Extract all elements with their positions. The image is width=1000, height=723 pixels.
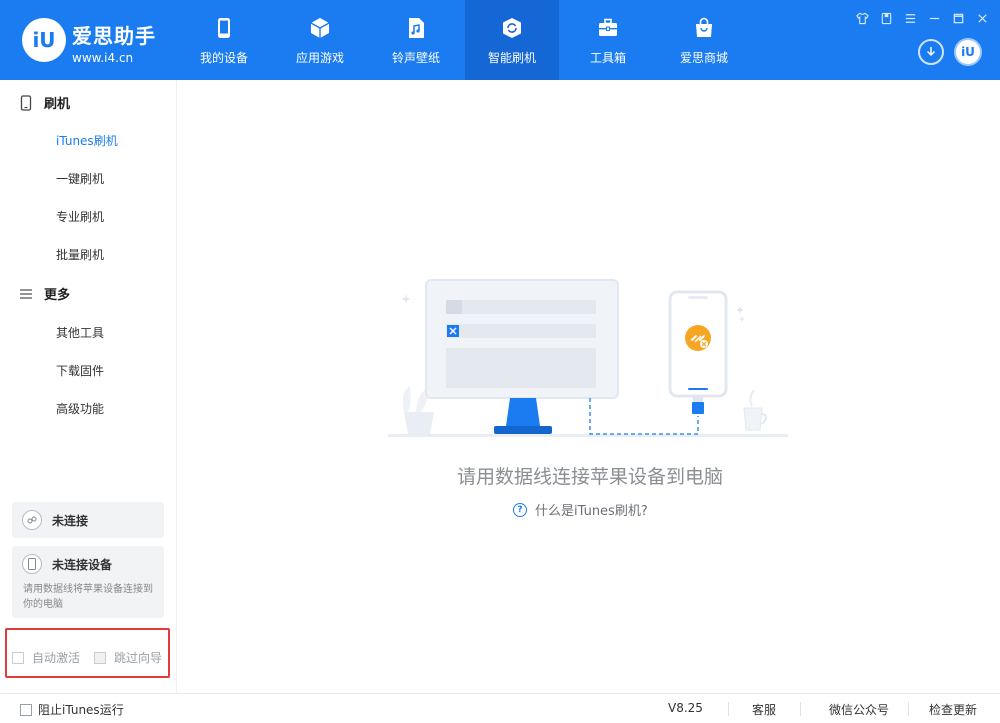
shopping-bag-icon: [691, 15, 717, 41]
menu-icon[interactable]: [898, 8, 922, 28]
device-status-label: 未连接设备: [52, 557, 113, 572]
nav-label: 应用游戏: [295, 50, 344, 65]
music-file-icon: [403, 15, 429, 41]
sidebar-item-itunes-flash[interactable]: iTunes刷机: [56, 132, 118, 149]
check-update-link[interactable]: 检查更新: [929, 701, 977, 718]
app-name: 爱思助手: [72, 24, 156, 48]
app-url: www.i4.cn: [72, 51, 134, 65]
checkbox-box[interactable]: [20, 703, 32, 716]
download-icon[interactable]: [918, 39, 944, 65]
nav-label: 我的设备: [199, 50, 248, 65]
sidebar-item-pro-flash[interactable]: 专业刷机: [56, 208, 104, 225]
nav-toolbox[interactable]: 工具箱: [576, 0, 640, 80]
section-flash-label: 刷机: [44, 97, 71, 112]
skip-guide-label: 跳过向导: [114, 651, 163, 665]
help-link-label[interactable]: 什么是iTunes刷机?: [535, 500, 648, 519]
avatar[interactable]: iU: [954, 38, 982, 66]
nav-store[interactable]: 爱思商城: [672, 0, 736, 80]
nav-label: 工具箱: [589, 50, 626, 65]
nav-ringtones[interactable]: 铃声壁纸: [384, 0, 448, 80]
divider: [908, 702, 909, 716]
sidebar: 刷机 iTunes刷机 一键刷机 专业刷机 批量刷机 更多 其他工具 下载固件 …: [0, 80, 177, 693]
sidebar-item-download-firmware[interactable]: 下载固件: [56, 362, 104, 379]
nav-label: 铃声壁纸: [391, 50, 440, 65]
cube-icon: [307, 15, 333, 41]
help-link[interactable]: ? 什么是iTunes刷机?: [513, 500, 648, 519]
minimize-icon[interactable]: [922, 8, 946, 28]
status-footer: 阻止iTunes运行 V8.25 客服 微信公众号 检查更新: [0, 693, 1000, 723]
phone-outline-icon: [18, 94, 34, 111]
checkbox-box[interactable]: [12, 651, 24, 664]
list-icon: [18, 286, 34, 302]
section-flash: 刷机: [18, 93, 70, 112]
section-more: 更多: [18, 284, 70, 303]
version-label: V8.25: [668, 701, 703, 715]
connection-status: 未连接: [12, 502, 164, 538]
device-status-description: 请用数据线将苹果设备连接到你的电脑: [23, 584, 153, 610]
sidebar-item-one-click-flash[interactable]: 一键刷机: [56, 170, 104, 187]
app-logo: iU: [22, 18, 66, 62]
card-icon[interactable]: [874, 8, 898, 28]
connect-message: 请用数据线连接苹果设备到电脑: [456, 466, 723, 488]
nav-label: 爱思商城: [679, 50, 728, 65]
unlink-icon: [22, 510, 42, 530]
support-link[interactable]: 客服: [752, 701, 776, 718]
sidebar-item-other-tools[interactable]: 其他工具: [56, 324, 104, 341]
shirt-icon[interactable]: [850, 8, 874, 28]
wechat-link[interactable]: 微信公众号: [829, 701, 889, 718]
device-status: 未连接设备 请用数据线将苹果设备连接到你的电脑: [12, 546, 164, 618]
maximize-icon[interactable]: [946, 8, 970, 28]
skip-guide-checkbox[interactable]: 跳过向导: [94, 649, 162, 666]
toolbox-icon: [595, 15, 621, 41]
phone-icon: [211, 15, 237, 41]
connection-status-label: 未连接: [52, 513, 89, 528]
divider: [728, 702, 729, 716]
header-bar: iU 爱思助手 www.i4.cn 我的设备 应用游戏 铃声壁纸 智能刷机 工具…: [0, 0, 1000, 80]
block-itunes-label: 阻止iTunes运行: [38, 703, 124, 717]
block-itunes-checkbox[interactable]: 阻止iTunes运行: [20, 701, 124, 718]
auto-activate-checkbox[interactable]: 自动激活: [12, 649, 80, 666]
nav-label: 智能刷机: [487, 50, 536, 65]
refresh-shield-icon: [499, 15, 525, 41]
window-controls: [850, 8, 994, 28]
nav-my-device[interactable]: 我的设备: [192, 0, 256, 80]
sidebar-item-advanced[interactable]: 高级功能: [56, 400, 104, 417]
brand: 爱思助手 www.i4.cn: [72, 20, 156, 65]
divider: [800, 702, 801, 716]
question-icon: ?: [513, 502, 527, 517]
checkbox-box[interactable]: [94, 651, 106, 664]
sidebar-item-batch-flash[interactable]: 批量刷机: [56, 246, 104, 263]
nav-apps-games[interactable]: 应用游戏: [288, 0, 352, 80]
nav-smart-flash[interactable]: 智能刷机: [465, 0, 559, 80]
close-icon[interactable]: [970, 8, 994, 28]
connect-device-illustration: [386, 278, 790, 442]
device-icon: [22, 554, 42, 574]
section-more-label: 更多: [44, 288, 71, 303]
auto-activate-label: 自动激活: [32, 651, 81, 665]
